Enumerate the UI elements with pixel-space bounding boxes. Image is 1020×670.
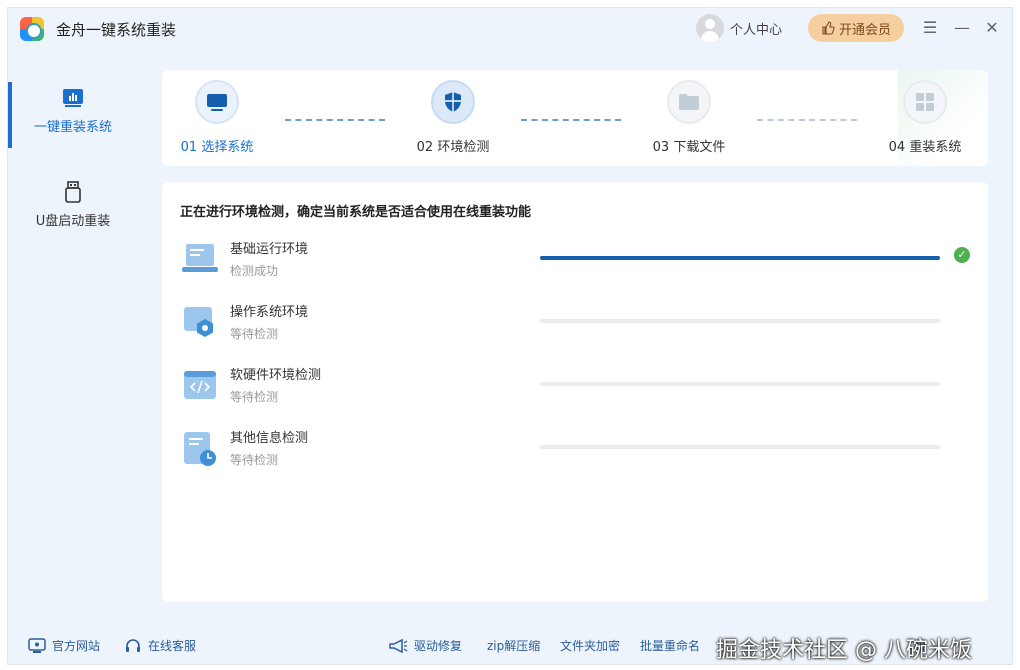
watermark: 掘金技术社区 @ 八碗米饭 [716,638,972,663]
zip-tool-link[interactable]: zip解压缩 [487,637,540,654]
check-row-basic-env: 基础运行环境 检测成功 ✓ [180,238,970,294]
code-window-icon [184,371,216,399]
minimize-button[interactable]: — [950,16,974,40]
check-status: 等待检测 [230,453,279,467]
batch-rename-label: 批量重命名 [640,639,701,653]
progress-fill [540,256,940,260]
step-environment-check: 02 环境检测 [398,80,508,155]
progress-track [540,256,940,260]
step-circle [903,80,947,124]
step-connector [757,119,857,121]
close-button[interactable]: ✕ [980,16,1004,40]
check-status: 等待检测 [230,327,279,341]
progress-track [540,445,940,449]
windows-icon [916,93,934,111]
sidebar: 一键重装系统 U盘启动重装 [8,48,138,628]
check-name: 基础运行环境 [230,242,309,257]
app-title: 金舟一键系统重装 [56,21,177,39]
check-name: 软硬件环境检测 [230,368,322,383]
document-clock-icon [184,432,216,466]
sidebar-item-label: U盘启动重装 [35,214,111,229]
avatar [696,14,724,42]
driver-repair-link[interactable]: 驱动修复 [388,637,462,654]
shield-icon [445,92,461,112]
detection-title: 正在进行环境检测，确定当前系统是否适合使用在线重装功能 [180,205,532,220]
title-bar: 金舟一键系统重装 个人中心 开通会员 ☰ — ✕ [8,8,1012,48]
step-connector [285,119,385,121]
sidebar-item-usb-reinstall[interactable]: U盘启动重装 [8,176,138,246]
megaphone-icon [389,638,408,653]
step-indicator: 01 选择系统 02 环境检测 03 下载文件 04 重装系统 [162,70,988,166]
usb-drive-icon [65,181,81,203]
os-settings-icon [184,307,213,337]
batch-rename-link[interactable]: 批量重命名 [640,637,700,654]
driver-repair-label: 驱动修复 [414,639,463,653]
official-site-label: 官方网站 [52,639,101,653]
check-row-os-env: 操作系统环境 等待检测 [180,301,970,357]
folder-encrypt-label: 文件夹加密 [560,639,621,653]
step-circle [195,80,239,124]
check-row-hw-sw-env: 软硬件环境检测 等待检测 [180,364,970,420]
step-select-system: 01 选择系统 [162,80,272,155]
open-vip-label: 开通会员 [838,22,891,38]
headset-icon [126,638,140,652]
step-circle [667,80,711,124]
step-circle [431,80,475,124]
check-name: 操作系统环境 [230,305,309,320]
open-vip-button[interactable]: 开通会员 [808,14,904,42]
check-status: 等待检测 [230,390,279,404]
step-label: 01 选择系统 [180,140,254,155]
progress-track [540,319,940,323]
thumbs-up-icon [822,21,835,35]
official-site-link[interactable]: 官方网站 [28,637,100,654]
check-success-icon: ✓ [954,247,970,263]
check-name: 其他信息检测 [230,431,309,446]
step-reinstall-system: 04 重装系统 [870,80,980,155]
step-label: 03 下载文件 [652,140,726,155]
folder-encrypt-link[interactable]: 文件夹加密 [560,637,620,654]
step-label: 04 重装系统 [888,140,962,155]
sidebar-item-label: 一键重装系统 [33,120,112,135]
folder-icon [679,94,699,110]
user-center-label: 个人中心 [730,22,783,38]
app-logo-icon [20,17,44,41]
sidebar-item-one-click-reinstall[interactable]: 一键重装系统 [8,82,138,152]
zip-tool-label: zip解压缩 [487,639,541,653]
step-label: 02 环境检测 [416,140,490,155]
check-row-other-info: 其他信息检测 等待检测 [180,427,970,483]
user-center-button[interactable]: 个人中心 [696,14,782,42]
check-status: 检测成功 [230,264,279,278]
progress-track [540,382,940,386]
chart-board-icon [63,89,83,107]
step-connector [521,119,621,121]
detection-panel: 正在进行环境检测，确定当前系统是否适合使用在线重装功能 基础运行环境 检测成功 … [162,182,988,602]
online-service-label: 在线客服 [148,639,197,653]
footer-bar: 官方网站 在线客服 驱动修复 zip解压缩 文件夹加密 批量重命名 版 掘金技术… [8,628,1012,664]
laptop-icon [182,244,218,272]
app-window: 金舟一键系统重装 个人中心 开通会员 ☰ — ✕ 一键重装系统 U盘启动重装 0… [7,7,1013,665]
menu-button[interactable]: ☰ [918,16,942,40]
monitor-icon [28,637,46,653]
step-download-files: 03 下载文件 [634,80,744,155]
monitor-icon [207,94,227,111]
online-service-link[interactable]: 在线客服 [124,637,196,654]
